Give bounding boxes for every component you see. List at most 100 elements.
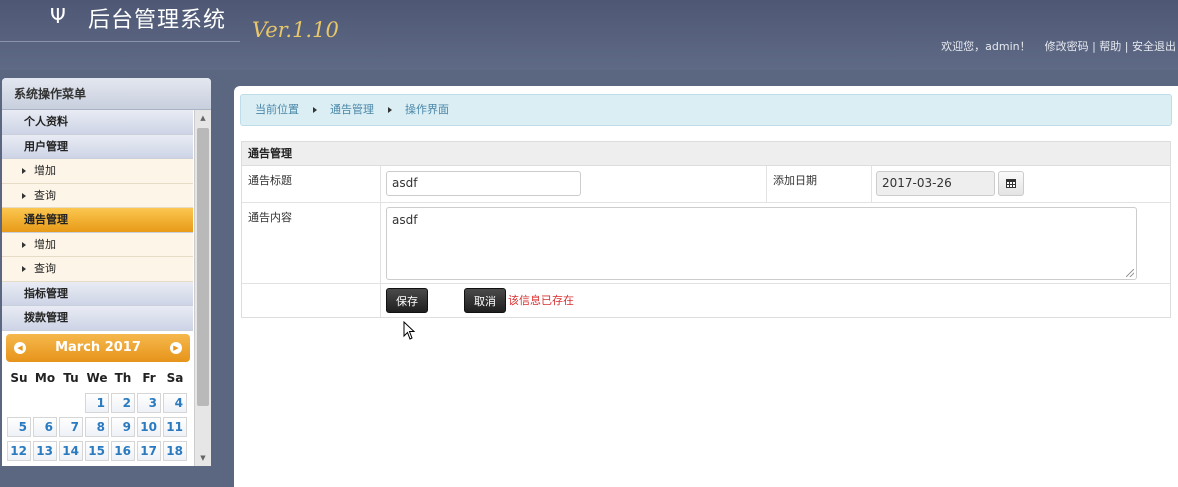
- menu-item-label: 增加: [34, 164, 56, 177]
- sidebar-scrollbar[interactable]: ▲ ▼: [194, 110, 211, 466]
- resize-grip-icon[interactable]: [1126, 269, 1134, 277]
- calendar-day[interactable]: 5: [7, 417, 31, 437]
- breadcrumb-current-position: 当前位置: [255, 103, 299, 116]
- breadcrumb-separator-icon: [312, 107, 317, 113]
- top-links: 欢迎您，admin！ 修改密码 | 帮助 | 安全退出: [941, 40, 1176, 53]
- version-label: Ver.1.10: [252, 18, 339, 42]
- logo-icon: Ψ: [50, 4, 66, 28]
- calendar-day[interactable]: 9: [111, 417, 135, 437]
- menu-item-notice-add[interactable]: 增加: [2, 232, 193, 257]
- calendar-day[interactable]: 12: [7, 441, 31, 461]
- scroll-down-icon[interactable]: ▼: [195, 450, 211, 466]
- calendar-day[interactable]: 10: [137, 417, 161, 437]
- calendar-day[interactable]: 16: [111, 441, 135, 461]
- calendar-weekday: Fr: [142, 371, 156, 385]
- caret-right-icon: [22, 266, 26, 272]
- menu-item-user-management[interactable]: 用户管理: [2, 134, 193, 159]
- cancel-button[interactable]: 取消: [464, 288, 506, 313]
- caret-right-icon: [22, 241, 26, 248]
- sidebar: 系统操作菜单 个人资料 用户管理 增加 查询 通告管理 增加 查询 指标管理 拨…: [2, 78, 211, 466]
- calendar-weekday: We: [86, 371, 108, 385]
- actions-cell: 保存 取消 该信息已存在: [381, 284, 1170, 317]
- calendar-day[interactable]: 14: [59, 441, 83, 461]
- save-button[interactable]: 保存: [386, 288, 428, 313]
- menu-item-profile[interactable]: 个人资料: [2, 110, 193, 135]
- scroll-up-icon[interactable]: ▲: [195, 110, 211, 126]
- title-cell: asdf: [381, 166, 767, 202]
- menu-item-label: 增加: [34, 237, 56, 251]
- calendar-weekday: Tu: [63, 371, 79, 385]
- menu-item-user-query[interactable]: 查询: [2, 183, 193, 208]
- logout-link[interactable]: 安全退出: [1132, 40, 1176, 53]
- calendar-weekday: Sa: [166, 371, 184, 385]
- error-message: 该信息已存在: [508, 294, 574, 307]
- calendar-header: ◀ March 2017 ▶: [6, 334, 190, 362]
- calendar-weekday: Th: [114, 371, 132, 385]
- menu-item-notice-management[interactable]: 通告管理: [2, 208, 193, 233]
- calendar-picker-button[interactable]: [998, 171, 1024, 196]
- content-value: asdf: [392, 213, 418, 227]
- content-label: 通告内容: [242, 203, 381, 283]
- date-input[interactable]: 2017-03-26: [876, 171, 995, 196]
- calendar-day[interactable]: 8: [85, 417, 109, 437]
- calendar-weekday: Su: [10, 371, 28, 385]
- date-cell: 2017-03-26: [872, 166, 1170, 202]
- calendar-day[interactable]: 6: [33, 417, 57, 437]
- app-title: 后台管理系统: [88, 8, 227, 33]
- sidebar-menu: 个人资料 用户管理 增加 查询 通告管理 增加 查询 指标管理 拨款管理: [2, 110, 193, 331]
- title-input[interactable]: asdf: [386, 171, 581, 196]
- menu-item-label: 查询: [34, 188, 56, 202]
- calendar-prev-icon[interactable]: ◀: [14, 342, 26, 354]
- menu-item-indicator-management[interactable]: 指标管理: [2, 281, 193, 306]
- breadcrumb-notice-management[interactable]: 通告管理: [330, 103, 374, 116]
- caret-right-icon: [22, 168, 26, 174]
- menu-item-user-add[interactable]: 增加: [2, 159, 193, 184]
- calendar-day[interactable]: 18: [163, 441, 187, 461]
- menu-item-label: 查询: [34, 262, 56, 275]
- form-row-actions: 保存 取消 该信息已存在: [242, 284, 1170, 317]
- mouse-cursor-icon: [403, 321, 416, 340]
- calendar-icon: [1006, 179, 1016, 188]
- breadcrumb: 当前位置 通告管理 操作界面: [240, 94, 1172, 126]
- calendar-days: 1 2 3 4 5 6 7 8 9 10 11 12 13 14 15 16 17 18: [6, 393, 190, 461]
- menu-item-notice-query[interactable]: 查询: [2, 257, 193, 282]
- sidebar-footer: [0, 466, 234, 487]
- calendar-weekdays: Su Mo Tu We Th Fr Sa: [6, 371, 190, 385]
- actions-label-empty: [242, 284, 381, 317]
- calendar-day[interactable]: 17: [137, 441, 161, 461]
- title-label: 通告标题: [242, 166, 381, 202]
- calendar-day[interactable]: 11: [163, 417, 187, 437]
- calendar-empty-cell: [33, 393, 57, 413]
- form-row-content: 通告内容 asdf: [242, 203, 1170, 284]
- calendar-empty-cell: [7, 393, 31, 413]
- change-password-link[interactable]: 修改密码: [1045, 40, 1089, 53]
- welcome-text: 欢迎您，admin！: [941, 40, 1031, 53]
- help-link[interactable]: 帮助: [1099, 40, 1121, 53]
- sidebar-title: 系统操作菜单: [2, 78, 211, 110]
- calendar-weekday: Mo: [34, 371, 56, 385]
- calendar-day[interactable]: 13: [33, 441, 57, 461]
- calendar-day[interactable]: 7: [59, 417, 83, 437]
- notice-form: 通告管理 通告标题 asdf 添加日期 2017-03-26 通告内容 asdf…: [241, 141, 1171, 318]
- calendar-month-label: March 2017: [55, 340, 141, 355]
- calendar-day[interactable]: 4: [163, 393, 187, 413]
- content-cell: asdf: [381, 203, 1170, 283]
- scroll-thumb[interactable]: [197, 128, 209, 406]
- content-textarea[interactable]: asdf: [386, 207, 1137, 280]
- calendar-day[interactable]: 1: [85, 393, 109, 413]
- calendar-day[interactable]: 15: [85, 441, 109, 461]
- date-label: 添加日期: [767, 166, 872, 202]
- main-content: 当前位置 通告管理 操作界面 通告管理 通告标题 asdf 添加日期 2017-…: [234, 86, 1178, 487]
- calendar-day[interactable]: 3: [137, 393, 161, 413]
- breadcrumb-operation-page: 操作界面: [405, 103, 449, 116]
- calendar-day[interactable]: 2: [111, 393, 135, 413]
- logo: Ψ 后台管理系统: [0, 0, 240, 42]
- form-row-title: 通告标题 asdf 添加日期 2017-03-26: [242, 166, 1170, 203]
- caret-right-icon: [22, 192, 26, 199]
- menu-item-funding-management[interactable]: 拨款管理: [2, 306, 193, 331]
- form-section-title: 通告管理: [242, 142, 1170, 166]
- calendar-next-icon[interactable]: ▶: [170, 342, 182, 354]
- calendar-empty-cell: [59, 393, 83, 413]
- breadcrumb-separator-icon: [387, 107, 392, 113]
- calendar-widget: ◀ March 2017 ▶ Su Mo Tu We Th Fr Sa 1234567891…: [6, 334, 190, 461]
